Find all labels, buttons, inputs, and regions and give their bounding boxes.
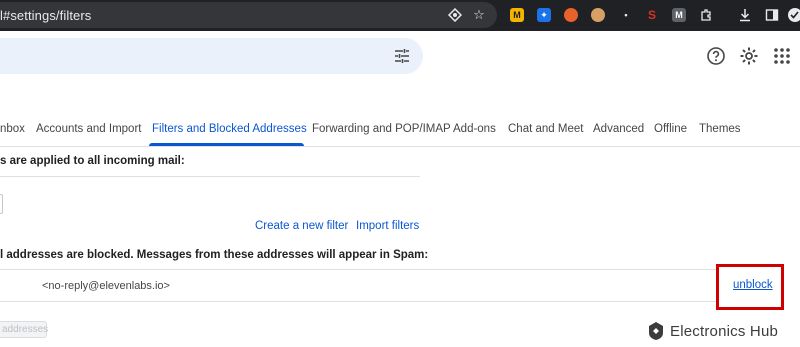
blocked-bottom-divider xyxy=(0,301,716,302)
tab-chat-and-meet[interactable]: Chat and Meet xyxy=(508,123,583,135)
import-filters-link[interactable]: Import filters xyxy=(356,220,419,232)
s-extension-icon[interactable]: S xyxy=(645,8,659,22)
filters-heading: s are applied to all incoming mail: xyxy=(0,155,185,167)
tab-forwarding-and-pop-imap[interactable]: Forwarding and POP/IMAP xyxy=(312,123,451,135)
m-extension-icon[interactable]: M xyxy=(510,8,524,22)
apps-grid-icon[interactable] xyxy=(772,46,792,66)
unblock-highlight-box xyxy=(716,264,784,310)
gmail-m-extension-icon[interactable]: M xyxy=(672,8,686,22)
create-filter-link[interactable]: Create a new filter xyxy=(255,220,348,232)
tab-offline[interactable]: Offline xyxy=(654,123,687,135)
search-options-icon[interactable] xyxy=(393,47,411,65)
url-text[interactable]: l#settings/filters xyxy=(0,8,91,23)
tab-inbox[interactable]: nbox xyxy=(0,123,25,135)
blocked-top-divider xyxy=(0,269,716,270)
address-bar[interactable]: l#settings/filters xyxy=(0,2,497,28)
tabs-divider xyxy=(0,146,800,147)
help-icon[interactable] xyxy=(706,46,726,66)
site-info-icon[interactable] xyxy=(446,6,464,24)
tab-accounts-and-import[interactable]: Accounts and Import xyxy=(36,123,141,135)
pin-extension-icon[interactable]: • xyxy=(619,8,633,22)
filters-divider xyxy=(0,176,420,177)
tab-themes[interactable]: Themes xyxy=(699,123,741,135)
bookmark-star-icon[interactable]: ☆ xyxy=(470,6,488,24)
tab-filters-and-blocked-addresses[interactable]: Filters and Blocked Addresses xyxy=(152,123,307,135)
watermark-text: Electronics Hub xyxy=(670,322,779,340)
electronics-hub-logo-icon xyxy=(649,322,663,340)
extensions-puzzle-icon[interactable] xyxy=(697,6,715,24)
search-bar[interactable] xyxy=(0,38,423,74)
face-extension-icon[interactable] xyxy=(591,8,605,22)
select-filters-checkbox[interactable] xyxy=(0,194,3,214)
tab-advanced[interactable]: Advanced xyxy=(593,123,644,135)
dropbox-extension-icon[interactable]: ✦ xyxy=(537,8,551,22)
electronics-hub-watermark: Electronics Hub xyxy=(648,320,778,342)
blocked-address: <no-reply@elevenlabs.io> xyxy=(42,280,170,292)
browser-toolbar: l#settings/filters ☆ M ✦ • S M xyxy=(0,0,800,31)
profile-avatar-icon[interactable] xyxy=(786,6,800,24)
settings-gear-icon[interactable] xyxy=(739,46,759,66)
blocked-addresses-heading: l addresses are blocked. Messages from t… xyxy=(0,249,429,261)
download-icon[interactable] xyxy=(736,6,754,24)
tab-add-ons[interactable]: Add-ons xyxy=(453,123,496,135)
side-panel-icon[interactable] xyxy=(763,6,781,24)
delete-addresses-button[interactable]: addresses xyxy=(0,321,48,338)
orange-extension-icon[interactable] xyxy=(564,8,578,22)
